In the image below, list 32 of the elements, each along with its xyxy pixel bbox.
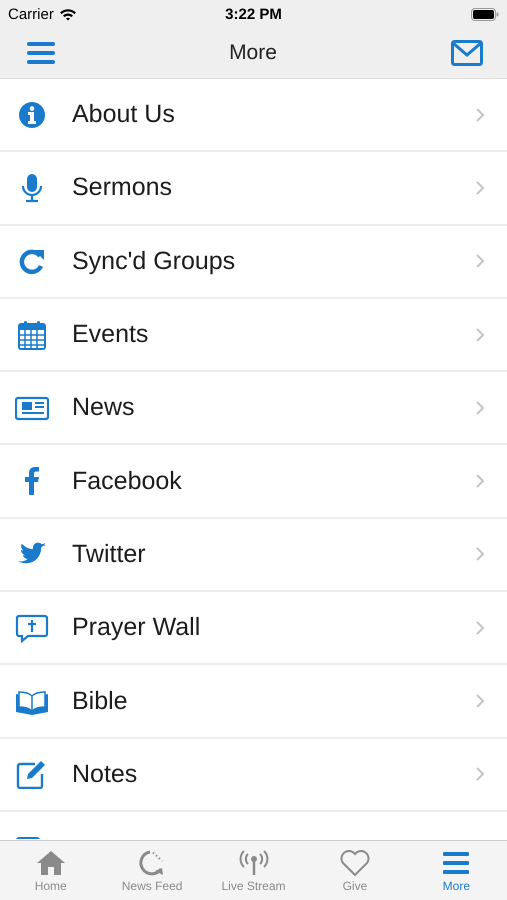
mail-icon[interactable] [450, 40, 483, 66]
speech-bubble-icon [15, 612, 49, 643]
menu-item[interactable]: Events [0, 298, 507, 372]
chevron-icon [475, 400, 485, 416]
menu-item[interactable]: News [0, 372, 507, 446]
status-time: 3:22 PM [225, 6, 282, 22]
chevron-icon [475, 180, 485, 196]
antenna-icon [236, 848, 271, 876]
carrier-label: Carrier [8, 6, 54, 22]
heart-icon [338, 848, 372, 876]
menu-item[interactable]: Notes [0, 738, 507, 812]
calendar-icon [15, 320, 49, 350]
chevron-icon [475, 473, 485, 490]
nav-title: More [229, 41, 277, 65]
chevron-icon [475, 253, 485, 270]
menu-icon[interactable] [27, 41, 55, 65]
menu-item[interactable]: About Us [0, 79, 507, 152]
battery-icon [470, 8, 499, 20]
chevron-icon [475, 693, 485, 710]
chevron-icon [475, 106, 485, 123]
menu-item[interactable]: Prayer Wall [0, 592, 507, 666]
menu-item[interactable]: Sermons [0, 152, 507, 226]
wifi-icon [58, 8, 77, 20]
chevron-icon [475, 766, 485, 782]
chevron-icon [475, 620, 485, 636]
tab-item[interactable]: More [406, 841, 507, 900]
menu-item[interactable]: Twitter [0, 518, 507, 592]
menu-item[interactable]: Sync'd Groups [0, 226, 507, 299]
chevron-icon [475, 546, 485, 562]
menu-item[interactable]: Bible [0, 665, 507, 739]
chevron-icon [475, 326, 485, 343]
menu-item[interactable]: Facebook [0, 445, 507, 519]
